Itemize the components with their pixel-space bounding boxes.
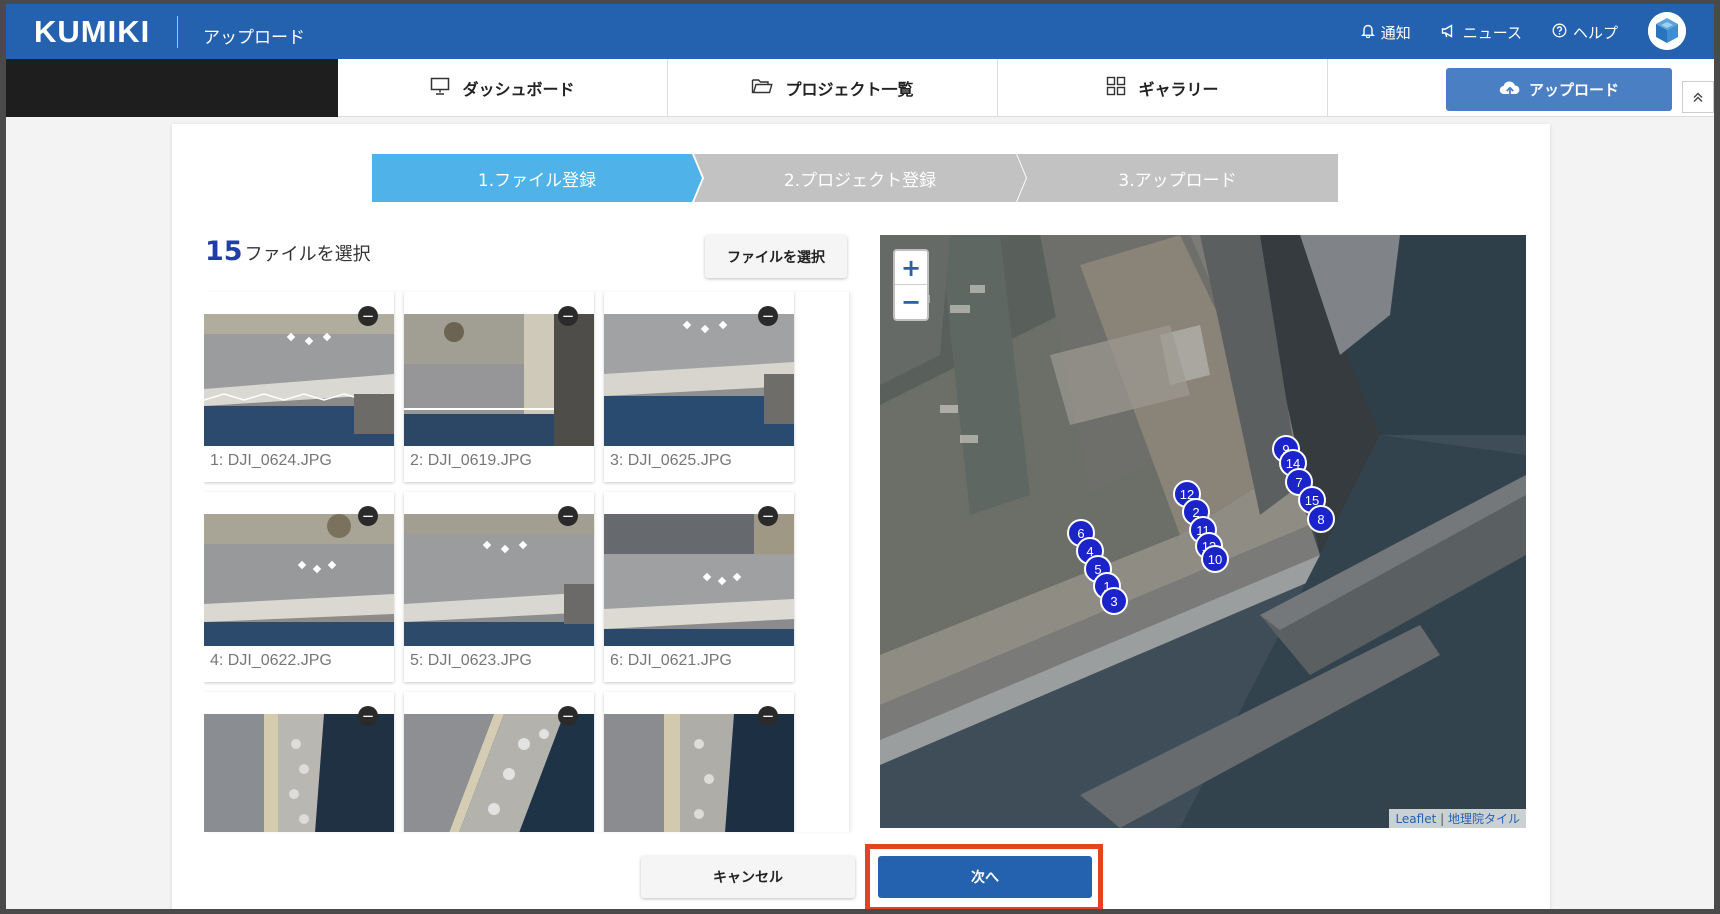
file-name: 1: DJI_0624.JPG (210, 452, 332, 469)
zoom-in-button[interactable]: + (895, 251, 927, 285)
map-attribution: Leaflet | 地理院タイル (1389, 809, 1526, 828)
file-thumbnail[interactable]: − 2: DJI_0619.JPG (404, 292, 594, 482)
collapse-button[interactable] (1682, 81, 1714, 113)
news-label: ニュース (1462, 24, 1522, 42)
step-2-label: 2.プロジェクト登録 (783, 170, 937, 191)
file-thumbnail-image (604, 514, 794, 646)
thumbnail-list[interactable]: − 1: DJI_0624.JPG − 2: DJI_0619.JPG − 3:… (204, 292, 850, 832)
top-header: KUMIKI アップロード 通知 ニュース ヘルプ (6, 4, 1714, 59)
file-thumbnail[interactable]: − 5: DJI_0623.JPG (404, 492, 594, 682)
file-thumbnail[interactable]: − (204, 692, 394, 832)
file-thumbnail[interactable]: − 4: DJI_0622.JPG (204, 492, 394, 682)
photo-marker[interactable]: 10 (1201, 545, 1229, 573)
file-name: 6: DJI_0621.JPG (610, 652, 732, 669)
file-select-button[interactable]: ファイルを選択 (705, 235, 847, 278)
cancel-button[interactable]: キャンセル (641, 856, 855, 898)
remove-file-button[interactable]: − (758, 706, 778, 726)
remove-file-button[interactable]: − (758, 506, 778, 526)
step-1-label: 1.ファイル登録 (477, 170, 597, 191)
file-count-suffix: ファイルを選択 (244, 244, 371, 265)
map-zoom-control: + − (893, 249, 929, 321)
step-2: 2.プロジェクト登録 (694, 154, 1026, 202)
app-logo[interactable]: KUMIKI (34, 14, 150, 50)
file-name: 2: DJI_0619.JPG (410, 452, 532, 469)
help-link[interactable]: ヘルプ (1552, 22, 1618, 43)
file-thumbnail-image (404, 314, 594, 446)
file-thumbnail-image (204, 514, 394, 646)
stepper: 1.ファイル登録 2.プロジェクト登録 3.アップロード (372, 154, 1338, 202)
help-circle-icon (1552, 23, 1567, 42)
gsi-tiles-link[interactable]: 地理院タイル (1448, 812, 1520, 826)
file-name: 5: DJI_0623.JPG (410, 652, 532, 669)
header-divider (177, 16, 178, 48)
chevron-double-up-icon (1692, 88, 1704, 107)
file-thumbnail-image (404, 514, 594, 646)
page-title: アップロード (203, 28, 305, 48)
file-thumbnail-image (404, 714, 594, 832)
step-1: 1.ファイル登録 (372, 154, 702, 202)
main-nav: ダッシュボード プロジェクト一覧 ギャラリー アップロード (6, 59, 1714, 117)
help-label: ヘルプ (1572, 24, 1618, 42)
photo-marker[interactable]: 8 (1307, 505, 1335, 533)
remove-file-button[interactable]: − (758, 306, 778, 326)
remove-file-button[interactable]: − (358, 306, 378, 326)
folder-icon (751, 77, 774, 99)
file-thumbnail-image (604, 714, 794, 832)
step-3: 3.アップロード (1017, 154, 1338, 202)
news-link[interactable]: ニュース (1441, 22, 1522, 43)
megaphone-icon (1441, 23, 1457, 42)
photo-marker[interactable]: 3 (1100, 587, 1128, 615)
monitor-icon (430, 77, 450, 100)
tab-gallery-label: ギャラリー (1138, 80, 1219, 99)
notifications-link[interactable]: 通知 (1360, 22, 1411, 43)
upload-button[interactable]: アップロード (1446, 68, 1672, 111)
remove-file-button[interactable]: − (558, 506, 578, 526)
attribution-separator: | (1436, 812, 1448, 826)
file-thumbnail-image (604, 314, 794, 446)
remove-file-button[interactable]: − (558, 306, 578, 326)
file-name: 4: DJI_0622.JPG (210, 652, 332, 669)
remove-file-button[interactable]: − (358, 706, 378, 726)
tab-dashboard[interactable]: ダッシュボード (338, 59, 668, 117)
cloud-upload-icon (1499, 79, 1521, 101)
step-3-label: 3.アップロード (1118, 170, 1237, 191)
tab-projects[interactable]: プロジェクト一覧 (668, 59, 998, 117)
file-thumbnail-image (204, 314, 394, 446)
file-thumbnail[interactable]: − 3: DJI_0625.JPG (604, 292, 794, 482)
upload-button-label: アップロード (1528, 81, 1619, 99)
header-links: 通知 ニュース ヘルプ (1360, 22, 1618, 43)
nav-dark-block (6, 59, 338, 117)
tab-dashboard-label: ダッシュボード (462, 80, 575, 99)
leaflet-link[interactable]: Leaflet (1395, 812, 1436, 826)
remove-file-button[interactable]: − (358, 506, 378, 526)
remove-file-button[interactable]: − (558, 706, 578, 726)
app-window: KUMIKI アップロード 通知 ニュース ヘルプ ダッシュボード プロジェクト… (6, 4, 1714, 909)
file-name: 3: DJI_0625.JPG (610, 452, 732, 469)
file-thumbnail[interactable]: − 1: DJI_0624.JPG (204, 292, 394, 482)
zoom-out-button[interactable]: − (895, 285, 927, 319)
file-count-number: 15 (205, 236, 243, 267)
user-avatar[interactable] (1648, 12, 1686, 50)
file-thumbnail-image (204, 714, 394, 832)
file-thumbnail[interactable]: − 6: DJI_0621.JPG (604, 492, 794, 682)
bell-icon (1360, 23, 1375, 42)
notifications-label: 通知 (1380, 24, 1411, 42)
grid-icon (1106, 76, 1126, 100)
file-thumbnail[interactable]: − (604, 692, 794, 832)
next-button[interactable]: 次へ (878, 856, 1092, 898)
tab-projects-label: プロジェクト一覧 (785, 80, 914, 99)
tab-gallery[interactable]: ギャラリー (998, 59, 1328, 117)
file-count: 15 ファイルを選択 (205, 236, 371, 267)
upload-card: 1.ファイル登録 2.プロジェクト登録 3.アップロード 15 ファイルを選択 フ… (172, 124, 1550, 909)
file-thumbnail[interactable]: − (404, 692, 594, 832)
photo-location-map[interactable]: + − 9 14 7 15 8 12 2 11 13 10 6 4 5 1 3 … (880, 235, 1526, 828)
